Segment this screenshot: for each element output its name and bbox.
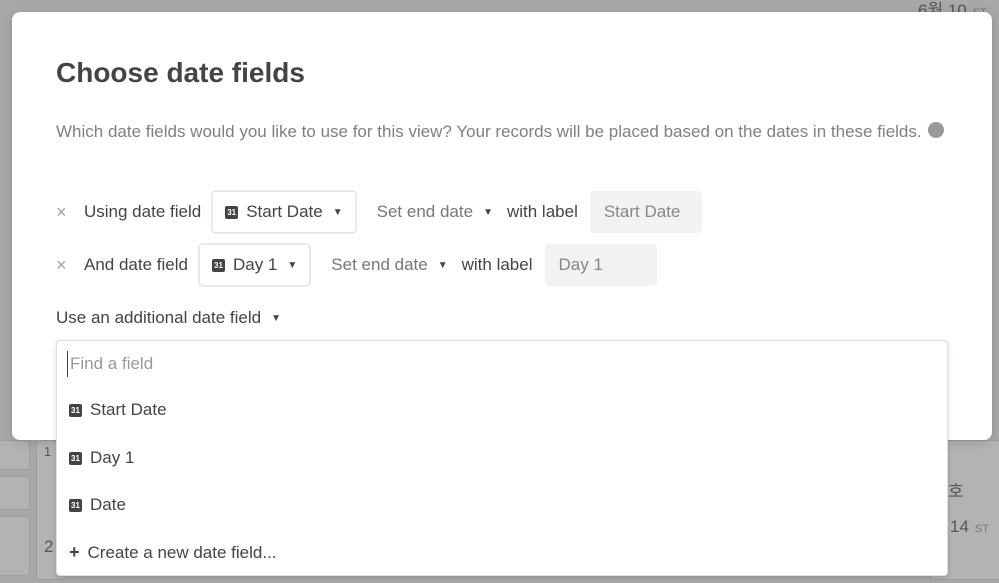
bg-date: 14 ST xyxy=(950,517,989,536)
end-date-label: Set end date xyxy=(331,255,428,274)
bg-text: 1 xyxy=(44,444,52,459)
bg-cell xyxy=(0,476,30,510)
date-field-select[interactable]: 31 Start Date ▼ xyxy=(211,190,357,234)
description-text: Which date fields would you like to use … xyxy=(56,122,922,141)
remove-icon[interactable]: × xyxy=(56,202,84,223)
with-label-text: with label xyxy=(461,255,533,274)
bg-cell xyxy=(0,440,30,470)
option-day-1[interactable]: 31 Day 1 xyxy=(69,448,134,468)
option-label: Date xyxy=(90,495,126,514)
calendar-icon: 31 xyxy=(225,205,239,219)
option-label: Start Date xyxy=(90,400,167,419)
set-end-date-dropdown[interactable]: Set end date ▼ xyxy=(377,202,493,222)
bg-text: 호 xyxy=(948,482,964,501)
help-icon[interactable] xyxy=(927,122,944,138)
modal-description: Which date fields would you like to use … xyxy=(56,119,946,144)
field-dropdown-menu: 31 Start Date 31 Day 1 31 Date + Create a ne… xyxy=(56,340,948,576)
modal-title: Choose date fields xyxy=(56,57,305,88)
additional-label: Use an additional date field xyxy=(56,308,262,327)
caret-down-icon: ▼ xyxy=(483,206,493,218)
row-prefix: Using date field xyxy=(84,202,202,221)
option-date[interactable]: 31 Date xyxy=(69,495,126,515)
end-date-label: Set end date xyxy=(376,202,474,221)
option-label: Create a new date field... xyxy=(87,542,277,562)
additional-date-field-dropdown[interactable]: Use an additional date field ▼ xyxy=(56,308,281,328)
row-prefix: And date field xyxy=(84,255,188,274)
caret-down-icon: ▼ xyxy=(437,259,448,271)
select-value: Day 1 xyxy=(232,255,278,274)
date-field-row: × And date field 31 Day 1 ▼ Set end date ▼ … xyxy=(56,243,657,287)
caret-down-icon: ▼ xyxy=(287,259,298,271)
date-field-select[interactable]: 31 Day 1 ▼ xyxy=(197,243,312,287)
calendar-icon: 31 xyxy=(69,403,82,417)
create-date-field-option[interactable]: + Create a new date field... xyxy=(69,542,277,563)
find-field-input[interactable] xyxy=(67,351,927,377)
calendar-icon: 31 xyxy=(69,498,82,512)
calendar-icon: 31 xyxy=(211,258,225,272)
option-label: Day 1 xyxy=(90,448,135,467)
set-end-date-dropdown[interactable]: Set end date ▼ xyxy=(331,255,447,275)
with-label-text: with label xyxy=(506,202,578,221)
plus-icon: + xyxy=(69,542,80,562)
date-field-row: × Using date field 31 Start Date ▼ Set end… xyxy=(56,190,702,234)
bg-cell xyxy=(0,516,30,576)
calendar-icon: 31 xyxy=(69,451,82,465)
label-input[interactable] xyxy=(589,191,702,233)
select-value: Start Date xyxy=(246,202,323,221)
caret-down-icon: ▼ xyxy=(332,206,343,218)
remove-icon[interactable]: × xyxy=(56,255,84,276)
bg-text: 2 xyxy=(44,537,54,556)
label-input[interactable] xyxy=(544,244,657,286)
caret-down-icon: ▼ xyxy=(271,312,281,324)
option-start-date[interactable]: 31 Start Date xyxy=(69,400,167,420)
